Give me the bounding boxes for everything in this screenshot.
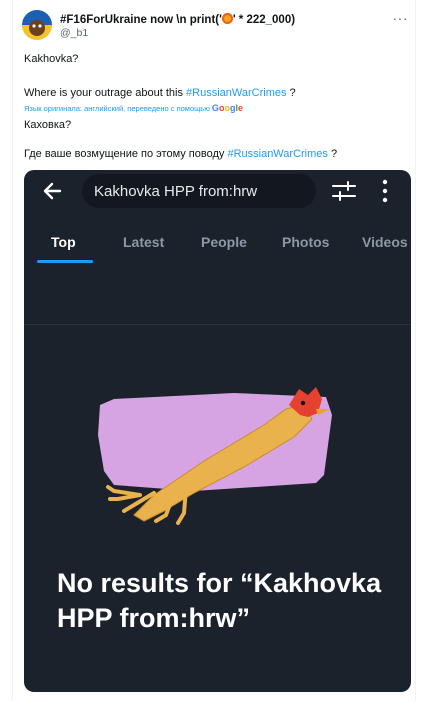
tab-photos: Photos bbox=[282, 234, 330, 250]
translation-note-text: Язык оригинала: английский, переведено с… bbox=[24, 104, 212, 113]
tabs-divider bbox=[24, 324, 411, 325]
post-line-2: Where is your outrage about this #Russia… bbox=[24, 86, 296, 100]
attached-screenshot[interactable]: Kakhovka HPP from:hrw Top Latest People … bbox=[24, 170, 411, 692]
author-name-suffix: ' * 222_000) bbox=[232, 14, 296, 26]
post-line-1: Kakhovka? bbox=[24, 53, 79, 65]
filter-icon bbox=[332, 181, 356, 201]
hashtag-link[interactable]: #RussianWarCrimes bbox=[227, 148, 327, 160]
more-vertical-icon bbox=[382, 179, 388, 203]
author-handle[interactable]: @_b1 bbox=[60, 27, 88, 39]
post-line-2-end: ? bbox=[286, 87, 296, 99]
back-arrow-icon bbox=[43, 182, 62, 200]
empty-state-title: No results for “Kakhovka HPP from:hrw” bbox=[57, 568, 382, 633]
search-query: Kakhovka HPP from:hrw bbox=[94, 183, 258, 200]
search-input[interactable]: Kakhovka HPP from:hrw bbox=[82, 174, 316, 208]
author-name[interactable]: #F16ForUkraine now \n print(' ' * 222_000… bbox=[60, 13, 295, 26]
avatar[interactable] bbox=[22, 10, 52, 40]
more-icon[interactable]: ··· bbox=[393, 10, 409, 26]
post-header: #F16ForUkraine now \n print(' ' * 222_000… bbox=[22, 8, 412, 48]
tab-top: Top bbox=[51, 234, 76, 250]
google-logo: Google bbox=[211, 103, 243, 113]
tab-latest: Latest bbox=[123, 234, 165, 250]
active-tab-indicator bbox=[37, 260, 93, 263]
post-line-3: Каховка? bbox=[24, 119, 72, 131]
author-name-prefix: #F16ForUkraine now \n print(' bbox=[60, 14, 222, 26]
tab-people: People bbox=[201, 234, 247, 250]
translation-note[interactable]: Язык оригинала: английский, переведено с… bbox=[24, 103, 243, 113]
post-line-4: Где ваше возмущение по этому поводу #Rus… bbox=[24, 147, 337, 161]
post-line-4-end: ? bbox=[327, 148, 338, 160]
sun-emoji-icon bbox=[221, 13, 233, 24]
post-line-2-text: Where is your outrage about this bbox=[24, 87, 187, 99]
rubber-chicken-illustration bbox=[98, 387, 332, 525]
hashtag-link[interactable]: #RussianWarCrimes bbox=[186, 87, 286, 99]
tab-videos: Videos bbox=[362, 234, 408, 250]
post-line-4-text: Где ваше возмущение по этому поводу bbox=[24, 148, 228, 160]
search-tabs: Top Latest People Photos Videos bbox=[24, 228, 411, 325]
